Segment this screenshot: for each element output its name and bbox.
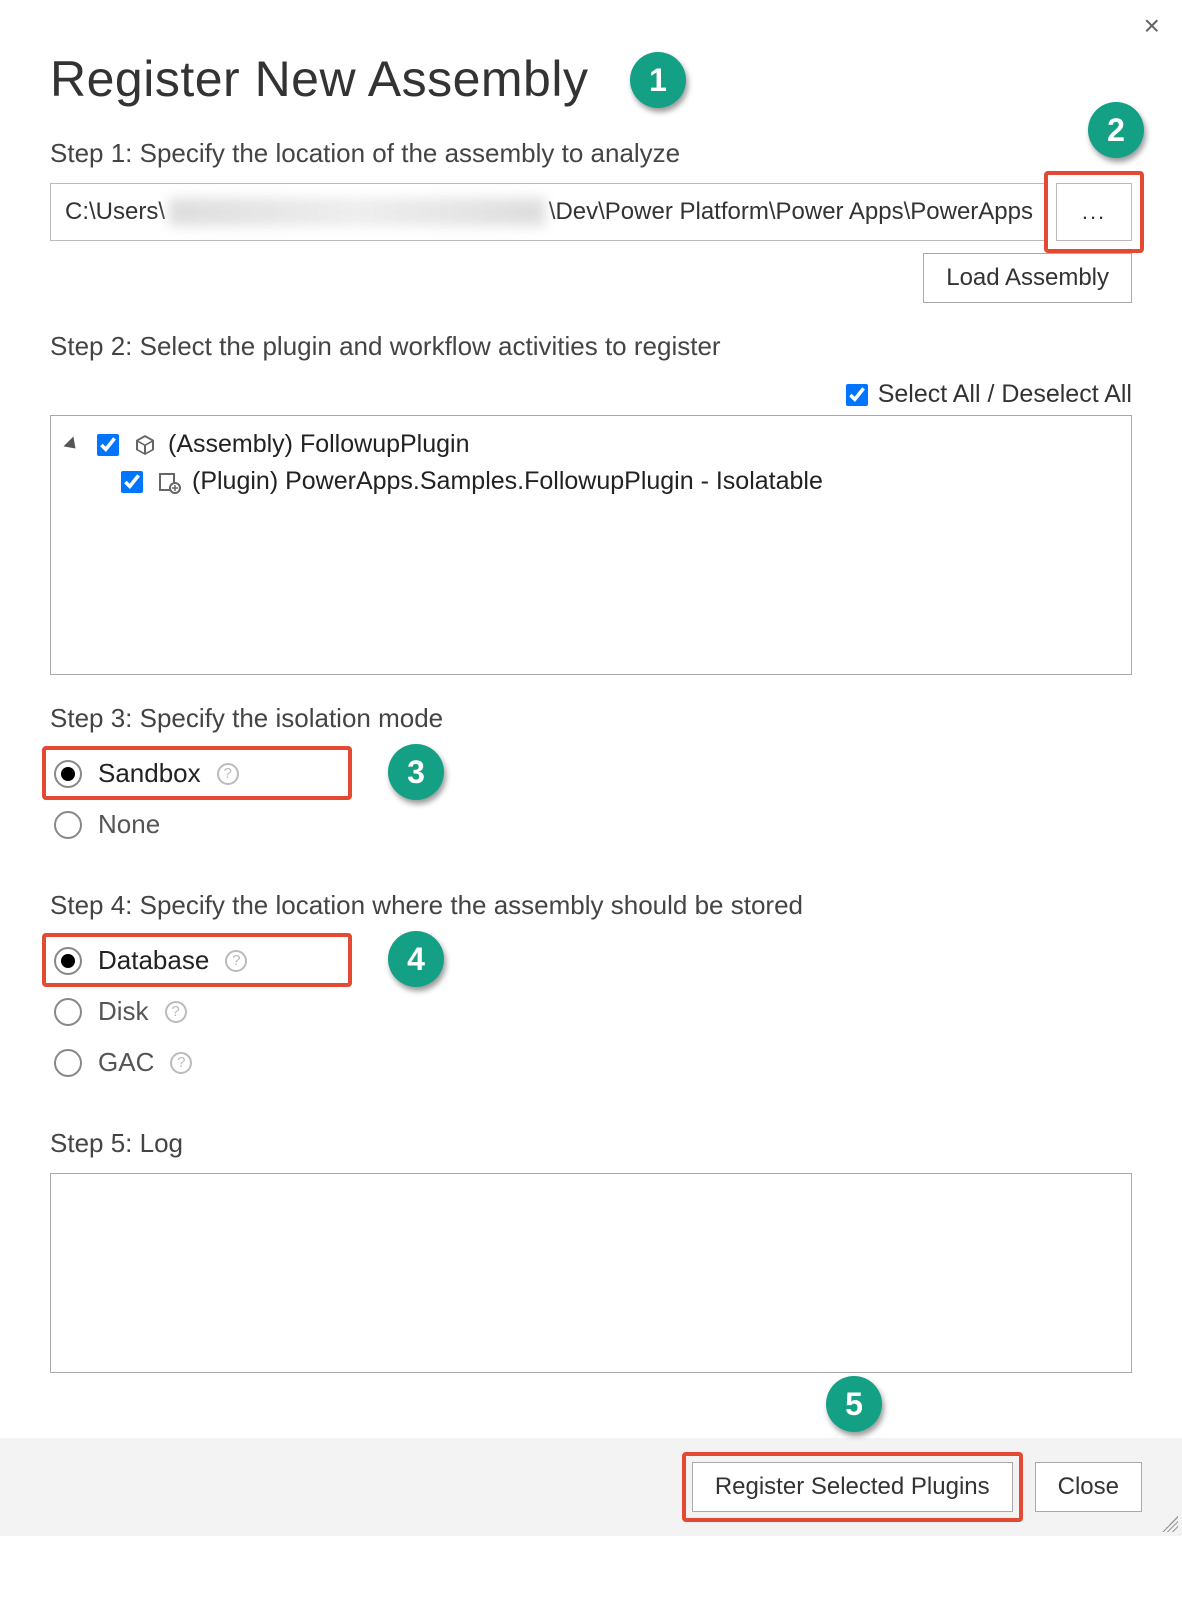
help-icon[interactable]: ? <box>217 763 239 785</box>
radio-icon <box>54 998 82 1026</box>
radio-disk[interactable]: Disk ? <box>50 986 350 1037</box>
radio-gac[interactable]: GAC ? <box>50 1037 350 1088</box>
radio-gac-label: GAC <box>98 1047 154 1078</box>
plugin-icon <box>156 469 182 495</box>
select-all-label: Select All / Deselect All <box>878 380 1132 409</box>
radio-none-label: None <box>98 809 160 840</box>
radio-sandbox[interactable]: Sandbox ? <box>50 748 350 799</box>
path-redacted-segment <box>169 198 545 226</box>
assembly-path-input[interactable]: C:\Users\ \Dev\Power Platform\Power Apps… <box>50 183 1048 241</box>
close-icon[interactable]: × <box>1144 10 1160 42</box>
radio-icon <box>54 1049 82 1077</box>
help-icon[interactable]: ? <box>225 950 247 972</box>
step3-label: Step 3: Specify the isolation mode <box>50 703 1132 734</box>
radio-icon <box>54 947 82 975</box>
radio-none[interactable]: None <box>50 799 350 850</box>
step1-label: Step 1: Specify the location of the asse… <box>50 138 1132 169</box>
step5-label: Step 5: Log <box>50 1128 1132 1159</box>
radio-sandbox-label: Sandbox <box>98 758 201 789</box>
plugin-checkbox[interactable] <box>121 471 143 493</box>
annotation-badge-4: 4 <box>388 931 444 987</box>
page-title: Register New Assembly <box>50 50 1132 108</box>
plugin-tree[interactable]: (Assembly) FollowupPlugin (Plugin) Power… <box>50 415 1132 675</box>
tree-row-plugin[interactable]: (Plugin) PowerApps.Samples.FollowupPlugi… <box>65 463 1117 500</box>
plugin-label: (Plugin) PowerApps.Samples.FollowupPlugi… <box>192 467 823 496</box>
radio-database[interactable]: Database ? <box>50 935 350 986</box>
radio-disk-label: Disk <box>98 996 149 1027</box>
select-all-checkbox[interactable] <box>846 384 868 406</box>
load-assembly-button[interactable]: Load Assembly <box>923 253 1132 303</box>
annotation-badge-2: 2 <box>1088 102 1144 158</box>
annotation-badge-5: 5 <box>826 1376 882 1432</box>
annotation-badge-1: 1 <box>630 52 686 108</box>
assembly-checkbox[interactable] <box>97 434 119 456</box>
log-textarea[interactable] <box>50 1173 1132 1373</box>
caret-down-icon[interactable] <box>64 436 81 453</box>
tree-row-assembly[interactable]: (Assembly) FollowupPlugin <box>65 426 1117 463</box>
help-icon[interactable]: ? <box>165 1001 187 1023</box>
assembly-label: (Assembly) FollowupPlugin <box>168 430 470 459</box>
step4-label: Step 4: Specify the location where the a… <box>50 890 1132 921</box>
path-suffix: \Dev\Power Platform\Power Apps\PowerApps <box>549 198 1033 226</box>
resize-grip-icon[interactable] <box>1162 1516 1178 1532</box>
path-prefix: C:\Users\ <box>65 198 165 226</box>
step2-label: Step 2: Select the plugin and workflow a… <box>50 331 1132 362</box>
register-assembly-dialog: × Register New Assembly 1 2 Step 1: Spec… <box>0 0 1182 1536</box>
help-icon[interactable]: ? <box>170 1052 192 1074</box>
close-button[interactable]: Close <box>1035 1462 1142 1512</box>
browse-button[interactable]: ... <box>1056 183 1132 241</box>
dialog-footer: 5 Register Selected Plugins Close <box>0 1438 1182 1536</box>
radio-icon <box>54 811 82 839</box>
assembly-icon <box>132 432 158 458</box>
radio-database-label: Database <box>98 945 209 976</box>
radio-icon <box>54 760 82 788</box>
register-selected-plugins-button[interactable]: Register Selected Plugins <box>692 1462 1013 1512</box>
annotation-badge-3: 3 <box>388 744 444 800</box>
